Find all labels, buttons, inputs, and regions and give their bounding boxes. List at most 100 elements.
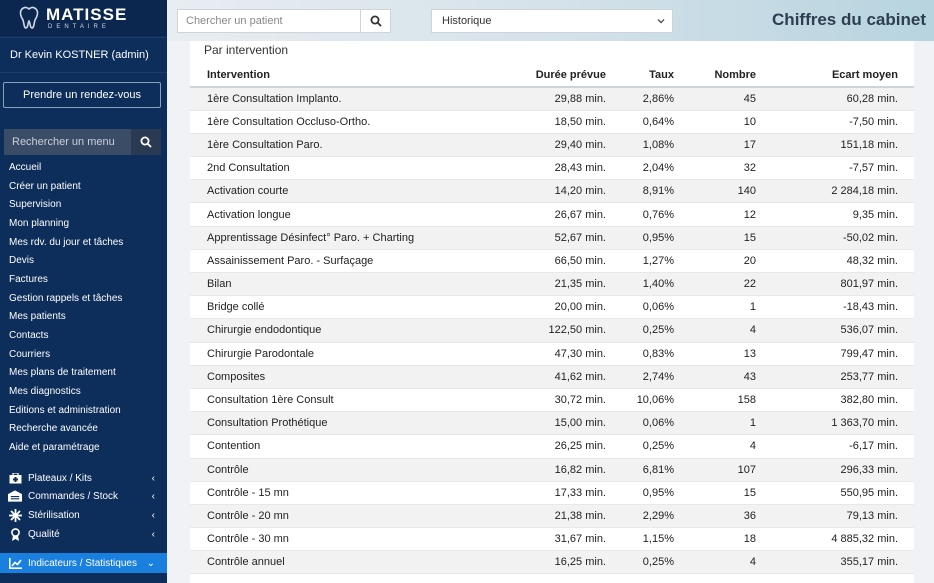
sidebar-item-devis[interactable]: Devis: [0, 251, 167, 270]
sidebar-item-diagnostics[interactable]: Mes diagnostics: [0, 382, 167, 401]
table-row[interactable]: 2nd Consultation 28,43 min. 2,04% 32 -7,57 m…: [190, 156, 914, 181]
cell-intervention: Contention: [190, 434, 480, 459]
sidebar-item-contacts[interactable]: Contacts: [0, 326, 167, 345]
patient-search-button[interactable]: [360, 10, 390, 32]
table-row[interactable]: Contrôle - 20 mn 21,38 min. 2,29% 36 79,13 m…: [190, 504, 914, 529]
sidebar-item-recherche-avancee[interactable]: Recherche avancée: [0, 420, 167, 439]
cell-duree-prevue: 66,50 min.: [480, 249, 622, 274]
cell-duree-prevue: 41,62 min.: [480, 365, 622, 389]
cell-taux: 0,76%: [622, 202, 690, 227]
table-row[interactable]: Contrôle 16,82 min. 6,81% 107 296,33 min.: [190, 458, 914, 482]
table-row[interactable]: Apprentissage Désinfect° Paro. + Chartin…: [190, 226, 914, 250]
sidebar-item-aide[interactable]: Aide et paramétrage: [0, 438, 167, 457]
warehouse-icon: [8, 490, 22, 502]
cell-intervention: Contrôle - 15 mn: [190, 481, 480, 505]
table-row[interactable]: Activation longue 26,67 min. 0,76% 12 9,35 m…: [190, 202, 914, 227]
sidebar-item-gestion-rappels[interactable]: Gestion rappels et tâches: [0, 289, 167, 308]
cell-duree-prevue: 26,67 min.: [480, 202, 622, 227]
cell-taux: 0,95%: [622, 226, 690, 250]
cell-ecart-moyen: 151,18 min.: [772, 133, 914, 158]
table-row[interactable]: Consultation 1ère Consult 30,72 min. 10,06…: [190, 388, 914, 413]
cell-ecart-moyen: 4 885,32 min.: [772, 527, 914, 552]
cell-intervention: 1ère Consultation Occluso-Ortho.: [190, 110, 480, 134]
column-header-nombre[interactable]: Nombre: [690, 63, 772, 88]
column-header-ecart-moyen[interactable]: Ecart moyen: [772, 63, 914, 88]
book-appointment-button[interactable]: Prendre un rendez-vous: [3, 82, 161, 108]
cell-nombre: 12: [690, 202, 772, 227]
sidebar-group-sterilisation[interactable]: Stérilisation ‹: [0, 506, 167, 524]
cell-nombre: 10: [690, 110, 772, 134]
main-content: Par intervention Intervention Durée prév…: [190, 41, 914, 583]
table-row[interactable]: Assainissement Paro. - Surfaçage 66,50 mi…: [190, 249, 914, 274]
table-row[interactable]: Contrôle annuel 16,25 min. 0,25% 4 355,17 mi…: [190, 550, 914, 575]
sidebar-group-qualite[interactable]: Qualité ‹: [0, 525, 167, 543]
table-row[interactable]: Chirurgie endodontique 122,50 min. 0,25% 4 5…: [190, 318, 914, 343]
table-row[interactable]: 1ère Consultation Occluso-Ortho. 18,50 mi…: [190, 110, 914, 134]
cell-intervention: 1ère Consultation Paro.: [190, 133, 480, 158]
sidebar-item-creer-patient[interactable]: Créer un patient: [0, 177, 167, 196]
sidebar-item-supervision[interactable]: Supervision: [0, 195, 167, 214]
sidebar-item-mon-planning[interactable]: Mon planning: [0, 214, 167, 233]
sidebar-group-label: Stérilisation: [28, 509, 80, 521]
sidebar-item-rdv-du-jour[interactable]: Mes rdv. du jour et tâches: [0, 233, 167, 252]
cell-taux: 1,40%: [622, 272, 690, 297]
cell-ecart-moyen: 799,47 min.: [772, 342, 914, 366]
table-row[interactable]: Contention 26,25 min. 0,25% 4 -6,17 min.: [190, 434, 914, 459]
menu-search-button[interactable]: [131, 129, 161, 155]
menu-search-input[interactable]: Rechercher un menu: [4, 129, 131, 155]
cell-duree-prevue: 15,00 min.: [480, 411, 622, 436]
sidebar-item-editions[interactable]: Editions et administration: [0, 401, 167, 420]
table-row[interactable]: Bilan 21,35 min. 1,40% 22 801,97 min.: [190, 272, 914, 297]
sidebar-group-indicateurs[interactable]: Indicateurs / Statistiques ⌄: [0, 553, 167, 573]
table-row[interactable]: Consultation Prothétique 15,00 min. 0,06% 1…: [190, 411, 914, 436]
cell-ecart-moyen: 48,32 min.: [772, 249, 914, 274]
cell-taux: 0,95%: [622, 481, 690, 505]
sidebar-group-commandes[interactable]: Commandes / Stock ‹: [0, 487, 167, 505]
cell-duree-prevue: 52,67 min.: [480, 226, 622, 250]
patient-search-input[interactable]: Chercher un patient: [178, 10, 360, 32]
table-row[interactable]: Activation courte 14,20 min. 8,91% 140 2 284…: [190, 179, 914, 204]
cell-intervention: Apprentissage Désinfect° Paro. + Chartin…: [190, 226, 480, 250]
user-name[interactable]: Dr Kevin KOSTNER (admin): [0, 37, 167, 73]
table-row[interactable]: 1ère Consultation Paro. 29,40 min. 1,08% 17…: [190, 133, 914, 158]
cell-intervention: Activation longue: [190, 202, 480, 227]
column-header-taux[interactable]: Taux: [622, 63, 690, 88]
chevron-down-icon: [657, 19, 665, 24]
chevron-left-icon: ‹: [151, 490, 155, 502]
cell-nombre: 4: [690, 434, 772, 459]
column-header-duree-prevue[interactable]: Durée prévue: [480, 63, 622, 88]
table-row[interactable]: Chirurgie Parodontale 47,30 min. 0,83% 13 79…: [190, 342, 914, 366]
page-title: Chiffres du cabinet: [772, 10, 926, 29]
cell-intervention: Chirurgie endodontique: [190, 318, 480, 343]
logo[interactable]: MATISSE DENTAIRE: [0, 0, 167, 36]
table-row[interactable]: Bridge collé 20,00 min. 0,06% 1 -18,43 min.: [190, 295, 914, 320]
tooth-logo-icon: [19, 6, 39, 29]
cell-intervention: Bilan: [190, 272, 480, 297]
cell-taux: 2,86%: [622, 87, 690, 111]
table-body: 1ère Consultation Implanto. 29,88 min. 2,8…: [190, 87, 914, 575]
table-row[interactable]: Contrôle - 30 mn 31,67 min. 1,15% 18 4 885,3…: [190, 527, 914, 552]
sidebar-item-factures[interactable]: Factures: [0, 270, 167, 289]
cell-taux: 0,25%: [622, 318, 690, 343]
cell-intervention: Composites: [190, 365, 480, 389]
tray-icon: [8, 472, 22, 484]
column-header-intervention[interactable]: Intervention: [190, 63, 480, 88]
cell-intervention: Chirurgie Parodontale: [190, 342, 480, 366]
table-row[interactable]: 1ère Consultation Implanto. 29,88 min. 2,8…: [190, 87, 914, 111]
table-row[interactable]: Contrôle - 15 mn 17,33 min. 0,95% 15 550,95 …: [190, 481, 914, 505]
sidebar-menu: Accueil Créer un patient Supervision Mon…: [0, 158, 167, 457]
history-select[interactable]: Historique: [431, 9, 673, 33]
cell-duree-prevue: 31,67 min.: [480, 527, 622, 552]
cell-ecart-moyen: 296,33 min.: [772, 458, 914, 482]
sidebar-item-courriers[interactable]: Courriers: [0, 345, 167, 364]
sidebar-item-mes-patients[interactable]: Mes patients: [0, 308, 167, 327]
sidebar-group-label: Qualité: [28, 528, 60, 540]
sidebar-item-accueil[interactable]: Accueil: [0, 158, 167, 177]
sidebar-group-plateaux[interactable]: Plateaux / Kits ‹: [0, 469, 167, 487]
cell-nombre: 13: [690, 342, 772, 366]
cell-ecart-moyen: -7,50 min.: [772, 110, 914, 134]
cell-taux: 0,06%: [622, 411, 690, 436]
sidebar-item-plans-traitement[interactable]: Mes plans de traitement: [0, 364, 167, 383]
table-row[interactable]: Composites 41,62 min. 2,74% 43 253,77 min.: [190, 365, 914, 389]
cell-taux: 2,04%: [622, 156, 690, 181]
